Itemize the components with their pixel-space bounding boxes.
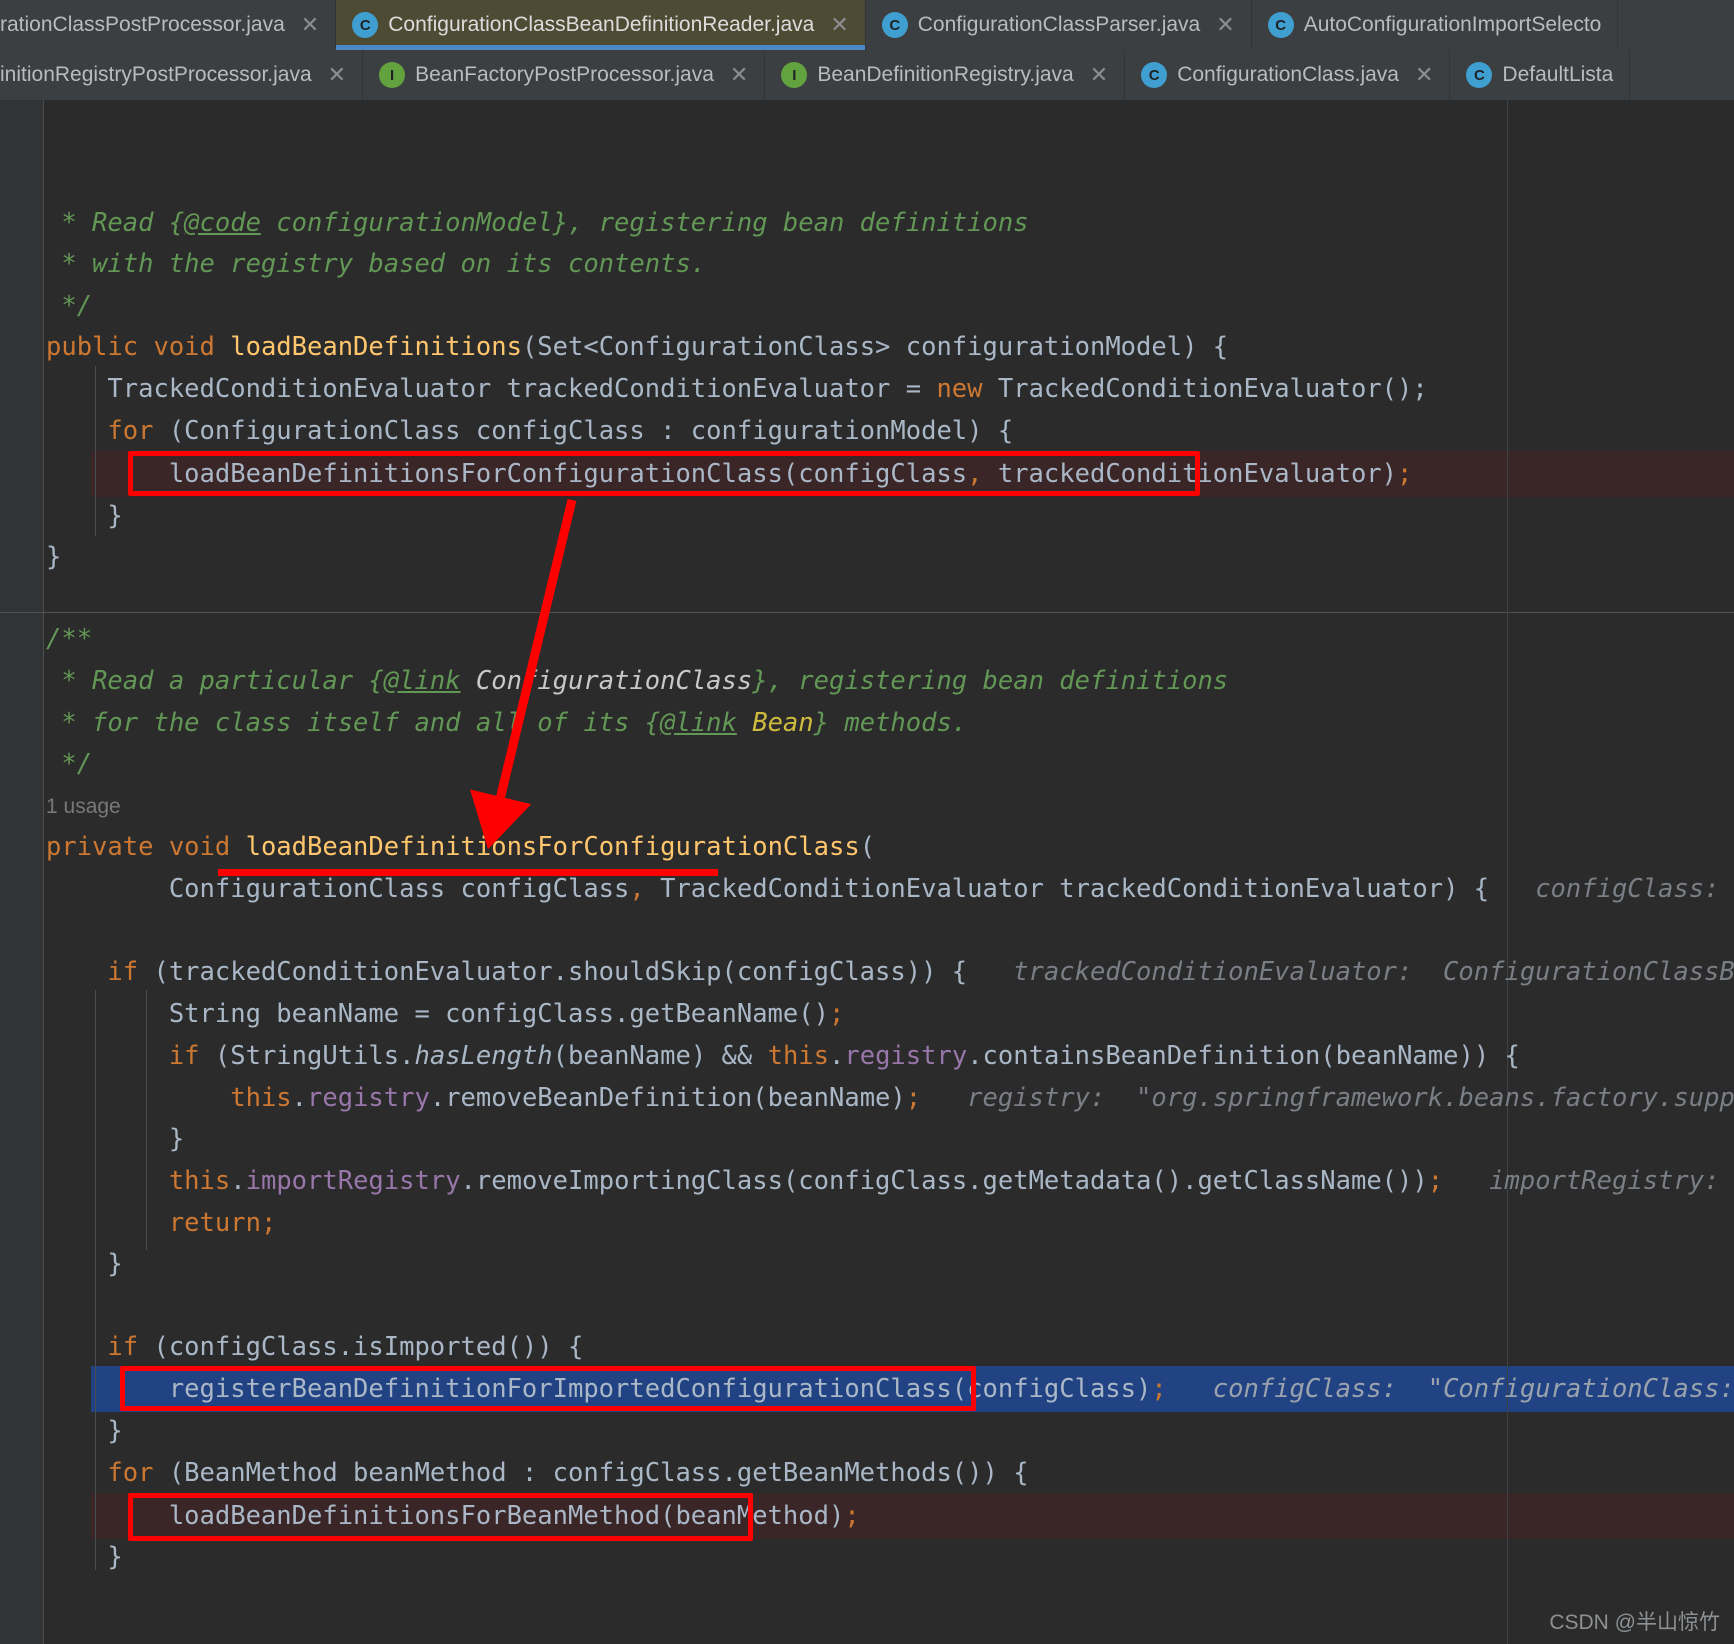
class-icon: C bbox=[1466, 62, 1493, 88]
tab-configuration-class[interactable]: C ConfigurationClass.java ✕ bbox=[1125, 50, 1451, 100]
code-line-method-declaration: private void loadBeanDefinitionsForConfi… bbox=[46, 832, 876, 862]
tab-label: initionRegistryPostProcessor.java bbox=[0, 63, 312, 86]
code-line: } bbox=[46, 1124, 185, 1154]
tab-default-listable-bean-factory[interactable]: C DefaultLista bbox=[1450, 50, 1631, 100]
close-icon[interactable]: ✕ bbox=[730, 62, 748, 88]
class-icon: C bbox=[1141, 62, 1168, 88]
tab-label: rationClassPostProcessor.java bbox=[0, 13, 285, 36]
code-line: */ bbox=[46, 291, 93, 321]
usage-inlay-hint[interactable]: 1 usage bbox=[0, 785, 1734, 825]
code-line: public void loadBeanDefinitions(Set<Conf… bbox=[46, 332, 1229, 362]
close-icon[interactable]: ✕ bbox=[301, 12, 319, 38]
close-icon[interactable]: ✕ bbox=[1216, 12, 1234, 38]
tab-row-1: rationClassPostProcessor.java ✕ C Config… bbox=[0, 0, 1734, 50]
tab-configuration-class-parser[interactable]: C ConfigurationClassParser.java ✕ bbox=[865, 0, 1252, 50]
code-line: this.importRegistry.removeImportingClass… bbox=[168, 1166, 1720, 1196]
tab-label: ConfigurationClassBeanDefinitionReader.j… bbox=[388, 13, 815, 36]
watermark-label: CSDN @半山惊竹 bbox=[1549, 1611, 1720, 1634]
code-line: * Read {@code configurationModel}, regis… bbox=[46, 208, 1029, 238]
code-line-highlighted-call-2: loadBeanDefinitionsForBeanMethod(beanMet… bbox=[46, 1501, 860, 1531]
tab-bean-definition-registry[interactable]: I BeanDefinitionRegistry.java ✕ bbox=[765, 50, 1126, 100]
code-line: if (StringUtils.hasLength(beanName) && t… bbox=[46, 1041, 1520, 1071]
code-line: this.registry.removeBeanDefinition(beanN… bbox=[230, 1083, 1734, 1113]
tab-label: ConfigurationClass.java bbox=[1177, 63, 1399, 86]
tab-label: DefaultLista bbox=[1502, 63, 1614, 86]
code-line: return; bbox=[46, 1208, 277, 1238]
class-icon: C bbox=[881, 12, 908, 38]
code-line: } bbox=[46, 1416, 123, 1446]
code-editor[interactable]: * Read {@code configurationModel}, regis… bbox=[0, 100, 1734, 1644]
tab-configuration-class-post-processor[interactable]: rationClassPostProcessor.java ✕ bbox=[0, 0, 337, 50]
code-line: * with the registry based on its content… bbox=[46, 249, 707, 279]
code-line: } bbox=[46, 501, 123, 531]
code-line-highlighted-call: loadBeanDefinitionsForConfigurationClass… bbox=[46, 459, 1413, 489]
code-line: } bbox=[46, 1542, 123, 1572]
close-icon[interactable]: ✕ bbox=[328, 62, 346, 88]
tab-configuration-class-bean-definition-reader[interactable]: C ConfigurationClassBeanDefinitionReader… bbox=[336, 0, 866, 50]
code-line: /** bbox=[46, 624, 93, 654]
code-line: } bbox=[46, 1249, 123, 1279]
annotation-underline-method-name bbox=[218, 869, 718, 876]
class-icon: C bbox=[352, 12, 379, 38]
code-line: * for the class itself and all of its {@… bbox=[46, 708, 968, 738]
code-line: for (BeanMethod beanMethod : configClass… bbox=[46, 1458, 1029, 1488]
code-line: */ bbox=[46, 749, 93, 779]
tab-label: BeanFactoryPostProcessor.java bbox=[415, 63, 714, 86]
tab-bean-definition-registry-post-processor[interactable]: initionRegistryPostProcessor.java ✕ bbox=[0, 50, 364, 100]
tab-bean-factory-post-processor[interactable]: I BeanFactoryPostProcessor.java ✕ bbox=[363, 50, 766, 100]
usage-count-label[interactable]: 1 usage bbox=[46, 795, 121, 818]
code-line: for (ConfigurationClass configClass : co… bbox=[46, 416, 1014, 446]
tab-row-2: initionRegistryPostProcessor.java ✕ I Be… bbox=[0, 50, 1734, 100]
code-line: if (trackedConditionEvaluator.shouldSkip… bbox=[46, 957, 1734, 987]
code-line-selected: registerBeanDefinitionForImportedConfigu… bbox=[46, 1374, 1734, 1404]
close-icon[interactable]: ✕ bbox=[830, 12, 848, 38]
tab-label: BeanDefinitionRegistry.java bbox=[817, 63, 1074, 86]
tab-label: ConfigurationClassParser.java bbox=[917, 13, 1201, 36]
close-icon[interactable]: ✕ bbox=[1415, 62, 1433, 88]
code-line: String beanName = configClass.getBeanNam… bbox=[46, 999, 845, 1029]
class-icon: C bbox=[1267, 12, 1294, 38]
tab-auto-configuration-import-selector[interactable]: C AutoConfigurationImportSelecto bbox=[1251, 0, 1619, 50]
editor-tab-bar: rationClassPostProcessor.java ✕ C Config… bbox=[0, 0, 1734, 100]
close-icon[interactable]: ✕ bbox=[1090, 62, 1108, 88]
code-line: TrackedConditionEvaluator trackedConditi… bbox=[46, 374, 1428, 404]
code-line: } bbox=[46, 542, 62, 572]
interface-icon: I bbox=[781, 62, 808, 88]
interface-icon: I bbox=[379, 62, 406, 88]
code-line: if (configClass.isImported()) { bbox=[46, 1332, 584, 1362]
code-line: * Read a particular {@link Configuration… bbox=[46, 666, 1229, 696]
tab-label: AutoConfigurationImportSelecto bbox=[1303, 13, 1602, 36]
